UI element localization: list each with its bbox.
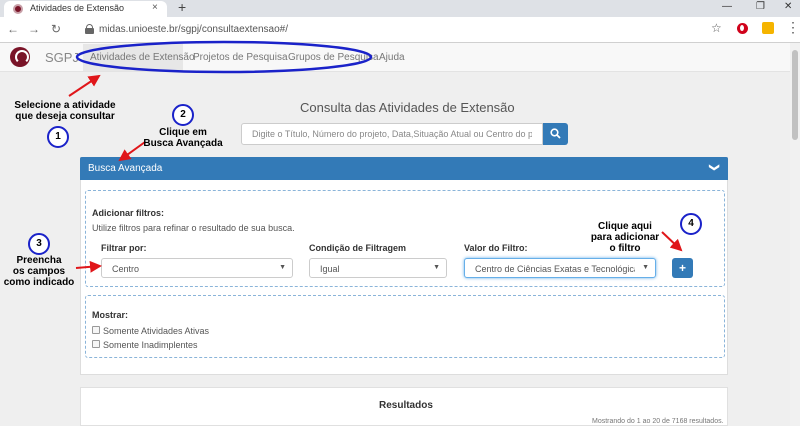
unioeste-favicon-icon <box>13 4 23 14</box>
restore-icon[interactable]: ❐ <box>756 1 765 12</box>
tab-title: Atividades de Extensão <box>30 3 125 13</box>
filters-title: Adicionar filtros: <box>92 208 165 218</box>
opera-extension-icon[interactable] <box>737 23 748 34</box>
page-title: Consulta das Atividades de Extensão <box>300 100 515 115</box>
step2-text: Clique em Busca Avançada <box>143 127 223 149</box>
caret-down-icon: ▼ <box>433 264 440 271</box>
tab-close-icon[interactable]: × <box>152 2 158 13</box>
browser-menu-icon[interactable]: ⋮ <box>786 19 800 36</box>
filter-value-value: Centro de Ciências Exatas e Tecnológicas… <box>475 264 635 274</box>
back-icon[interactable]: ← <box>7 22 19 36</box>
condition-value: Igual <box>320 264 340 274</box>
step3-text: Preencha os campos como indicado <box>3 255 75 288</box>
bookmark-star-icon[interactable]: ☆ <box>711 21 722 35</box>
caret-down-icon: ▼ <box>279 264 286 271</box>
results-title: Resultados <box>379 400 433 411</box>
browser-toolbar: ← → ↻ midas.unioeste.br/sgpj/consultaext… <box>0 17 800 43</box>
filters-help-text: Utilize filtros para refinar o resultado… <box>92 223 295 233</box>
show-title: Mostrar: <box>92 310 129 320</box>
nav-projetos-pesquisa[interactable]: Projetos de Pesquisa <box>193 52 288 63</box>
caret-down-icon: ▼ <box>642 264 649 271</box>
step4-text: Clique aqui para adicionar o filtro <box>590 221 660 254</box>
search-icon <box>550 128 561 139</box>
arrow-step1 <box>68 74 101 97</box>
defaulters-only-label[interactable]: Somente Inadimplentes <box>103 340 198 350</box>
advanced-search-header[interactable]: Busca Avançada ❯ <box>80 157 728 180</box>
filter-value-label: Valor do Filtro: <box>464 243 528 253</box>
results-count: Mostrando do 1 ao 20 de 7168 resultados. <box>592 418 724 425</box>
step1-text: Selecione a atividade que deseja consulta… <box>14 100 116 122</box>
nav-grupos-pesquisa[interactable]: Grupos de Pesquisa <box>288 52 379 63</box>
reload-icon[interactable]: ↻ <box>51 22 61 36</box>
condition-select[interactable]: Igual ▼ <box>309 258 447 278</box>
filter-by-value: Centro <box>112 264 140 274</box>
close-window-icon[interactable]: ✕ <box>784 1 792 12</box>
brand-name[interactable]: SGPJ <box>45 50 79 65</box>
advanced-search-title: Busca Avançada <box>88 163 163 174</box>
search-input[interactable] <box>241 123 543 145</box>
address-bar[interactable]: midas.unioeste.br/sgpj/consultaextensao#… <box>85 21 685 39</box>
browser-tab[interactable]: Atividades de Extensão × <box>4 1 167 17</box>
browser-tabstrip: Atividades de Extensão × + — ❐ ✕ <box>0 0 800 17</box>
filter-by-label: Filtrar por: <box>101 243 147 253</box>
forward-icon[interactable]: → <box>28 22 40 36</box>
unioeste-logo-icon <box>10 47 30 67</box>
filter-value-select[interactable]: Centro de Ciências Exatas e Tecnológicas… <box>464 258 656 278</box>
lock-icon <box>85 24 94 34</box>
search-button[interactable] <box>543 123 568 145</box>
minimize-icon[interactable]: — <box>722 1 732 12</box>
active-only-checkbox[interactable] <box>92 326 100 334</box>
defaulters-only-checkbox[interactable] <box>92 340 100 348</box>
active-only-label[interactable]: Somente Atividades Ativas <box>103 326 209 336</box>
step4-badge: 4 <box>680 213 702 235</box>
nav-ajuda[interactable]: Ajuda <box>379 52 405 63</box>
step1-badge: 1 <box>47 126 69 148</box>
chevron-down-icon[interactable]: ❯ <box>709 163 720 171</box>
extension-icon[interactable] <box>762 22 774 34</box>
scrollbar-thumb[interactable] <box>792 50 798 140</box>
condition-label: Condição de Filtragem <box>309 243 407 253</box>
filter-by-select[interactable]: Centro ▼ <box>101 258 293 278</box>
step3-badge: 3 <box>28 233 50 255</box>
new-tab-icon[interactable]: + <box>178 0 186 15</box>
nav-atividades-extensao[interactable]: Atividades de Extensão <box>90 52 195 63</box>
url-text: midas.unioeste.br/sgpj/consultaextensao#… <box>99 24 289 35</box>
add-filter-button[interactable]: + <box>672 258 693 278</box>
step2-badge: 2 <box>172 104 194 126</box>
